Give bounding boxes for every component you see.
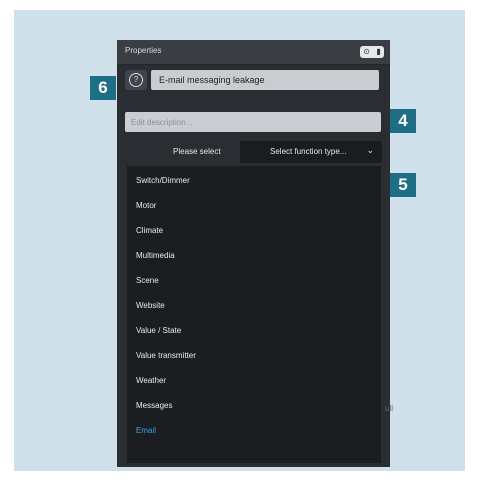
callout-badge-4: 4 (390, 109, 416, 133)
dropdown-item-value-transmitter[interactable]: Value transmitter (136, 351, 196, 360)
please-select-label: Please select (173, 147, 221, 156)
dropdown-item-climate[interactable]: Climate (136, 226, 163, 235)
dropdown-item-multimedia[interactable]: Multimedia (136, 251, 175, 260)
function-select-row: Please select Select function type... ⌄ (117, 140, 390, 164)
callout-badge-5: 5 (390, 173, 416, 197)
function-type-dropdown: Switch/Dimmer Motor Climate Multimedia S… (127, 166, 381, 463)
description-input[interactable] (125, 112, 381, 132)
dropdown-item-value-state[interactable]: Value / State (136, 326, 181, 335)
callout-badge-6: 6 (90, 76, 116, 100)
name-row: ? (117, 68, 390, 92)
properties-panel: Properties ⊙ ▮ ? Please select Select fu… (117, 40, 390, 467)
window-title: Properties (125, 46, 162, 55)
title-bar: Properties ⊙ ▮ (117, 40, 390, 65)
dropdown-item-email[interactable]: Email (136, 426, 156, 435)
window-buttons: ⊙ ▮ (360, 46, 384, 58)
function-type-select[interactable]: Select function type... ⌄ (240, 141, 382, 163)
name-input[interactable] (151, 70, 379, 90)
dropdown-item-weather[interactable]: Weather (136, 376, 166, 385)
dropdown-item-scene[interactable]: Scene (136, 276, 159, 285)
close-icon[interactable]: ▮ (376, 46, 380, 58)
help-button[interactable]: ? (125, 70, 147, 90)
settings-icon[interactable]: ⊙ (363, 46, 370, 58)
dropdown-item-motor[interactable]: Motor (136, 201, 156, 210)
dropdown-item-switch-dimmer[interactable]: Switch/Dimmer (136, 176, 190, 185)
side-text-fragment: ull (385, 404, 394, 413)
help-icon: ? (129, 73, 143, 87)
dropdown-item-website[interactable]: Website (136, 301, 165, 310)
function-type-value: Select function type... (270, 147, 347, 156)
chevron-down-icon: ⌄ (366, 145, 374, 155)
dropdown-item-messages[interactable]: Messages (136, 401, 172, 410)
